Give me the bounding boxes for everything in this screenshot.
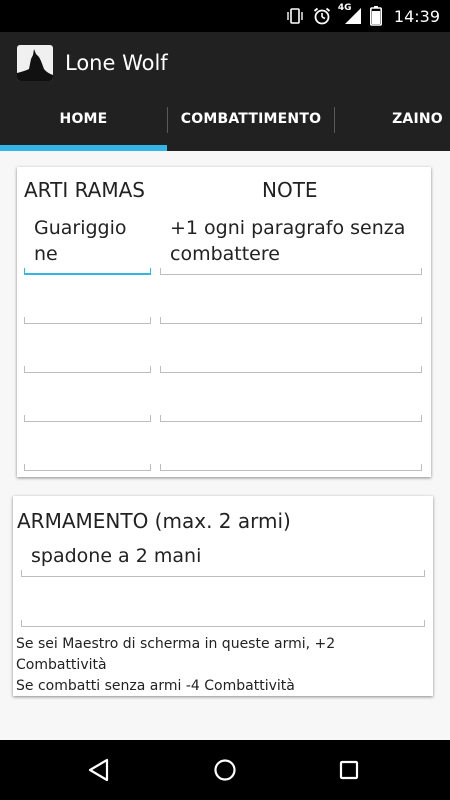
- arti-ramas-card: ARTI RAMAS NOTE Guariggio ne +1 ogni par…: [17, 167, 431, 477]
- tab-zaino[interactable]: ZAINO: [335, 93, 450, 145]
- signal-icon: 4G: [337, 3, 362, 26]
- note-field[interactable]: [160, 415, 422, 422]
- status-time: 14:39: [393, 6, 440, 26]
- wolf-logo-icon: [17, 44, 53, 81]
- status-bar: 4G 14:39: [0, 0, 450, 32]
- battery-icon: [369, 6, 382, 26]
- app-bar: Lone Wolf: [0, 32, 450, 93]
- home-icon[interactable]: [207, 752, 243, 788]
- arti-ramas-header: ARTI RAMAS: [24, 178, 145, 202]
- tab-home[interactable]: HOME: [0, 93, 167, 145]
- network-type-label: 4G: [337, 3, 352, 13]
- arte-field[interactable]: Guariggio ne: [34, 215, 149, 267]
- note-field[interactable]: [160, 366, 422, 373]
- note-field[interactable]: [160, 317, 422, 324]
- app-title: Lone Wolf: [65, 50, 168, 75]
- info-line: Se combatti senza armi -4 Combattività: [16, 678, 295, 694]
- armamento-info: Se sei Maestro di scherma in queste armi…: [16, 634, 335, 697]
- weapon-field[interactable]: [21, 620, 425, 627]
- note-header: NOTE: [262, 178, 318, 202]
- alarm-icon: [312, 6, 332, 26]
- arte-field-line: Guariggio: [34, 217, 127, 239]
- note-field-line: +1 ogni paragrafo senza: [170, 217, 406, 239]
- tab-combattimento[interactable]: COMBATTIMENTO: [168, 93, 334, 145]
- armamento-card: ARMAMENTO (max. 2 armi) spadone a 2 mani…: [13, 496, 433, 696]
- vibrate-icon: [286, 7, 304, 25]
- home-content: ARTI RAMAS NOTE Guariggio ne +1 ogni par…: [0, 151, 450, 740]
- arte-field[interactable]: [24, 317, 151, 324]
- arte-field-line: ne: [34, 243, 58, 265]
- tab-bar: HOME COMBATTIMENTO ZAINO: [0, 93, 450, 151]
- navigation-bar: [0, 740, 450, 800]
- recents-icon[interactable]: [331, 752, 367, 788]
- arte-field[interactable]: [24, 464, 151, 471]
- note-field-underline: [160, 268, 422, 275]
- note-field[interactable]: [160, 464, 422, 471]
- arte-field[interactable]: [24, 366, 151, 373]
- weapon-field[interactable]: spadone a 2 mani: [31, 543, 416, 569]
- back-icon[interactable]: [81, 752, 117, 788]
- weapon-field-underline: [21, 570, 425, 577]
- note-field-line: combattere: [170, 243, 280, 265]
- info-line: Combattività: [16, 657, 107, 673]
- info-line: Se sei Maestro di scherma in queste armi…: [16, 636, 336, 652]
- armamento-header: ARMAMENTO (max. 2 armi): [17, 509, 291, 533]
- note-field[interactable]: +1 ogni paragrafo senza combattere: [170, 215, 425, 267]
- arte-field[interactable]: [24, 415, 151, 422]
- arte-field-underline: [24, 268, 151, 275]
